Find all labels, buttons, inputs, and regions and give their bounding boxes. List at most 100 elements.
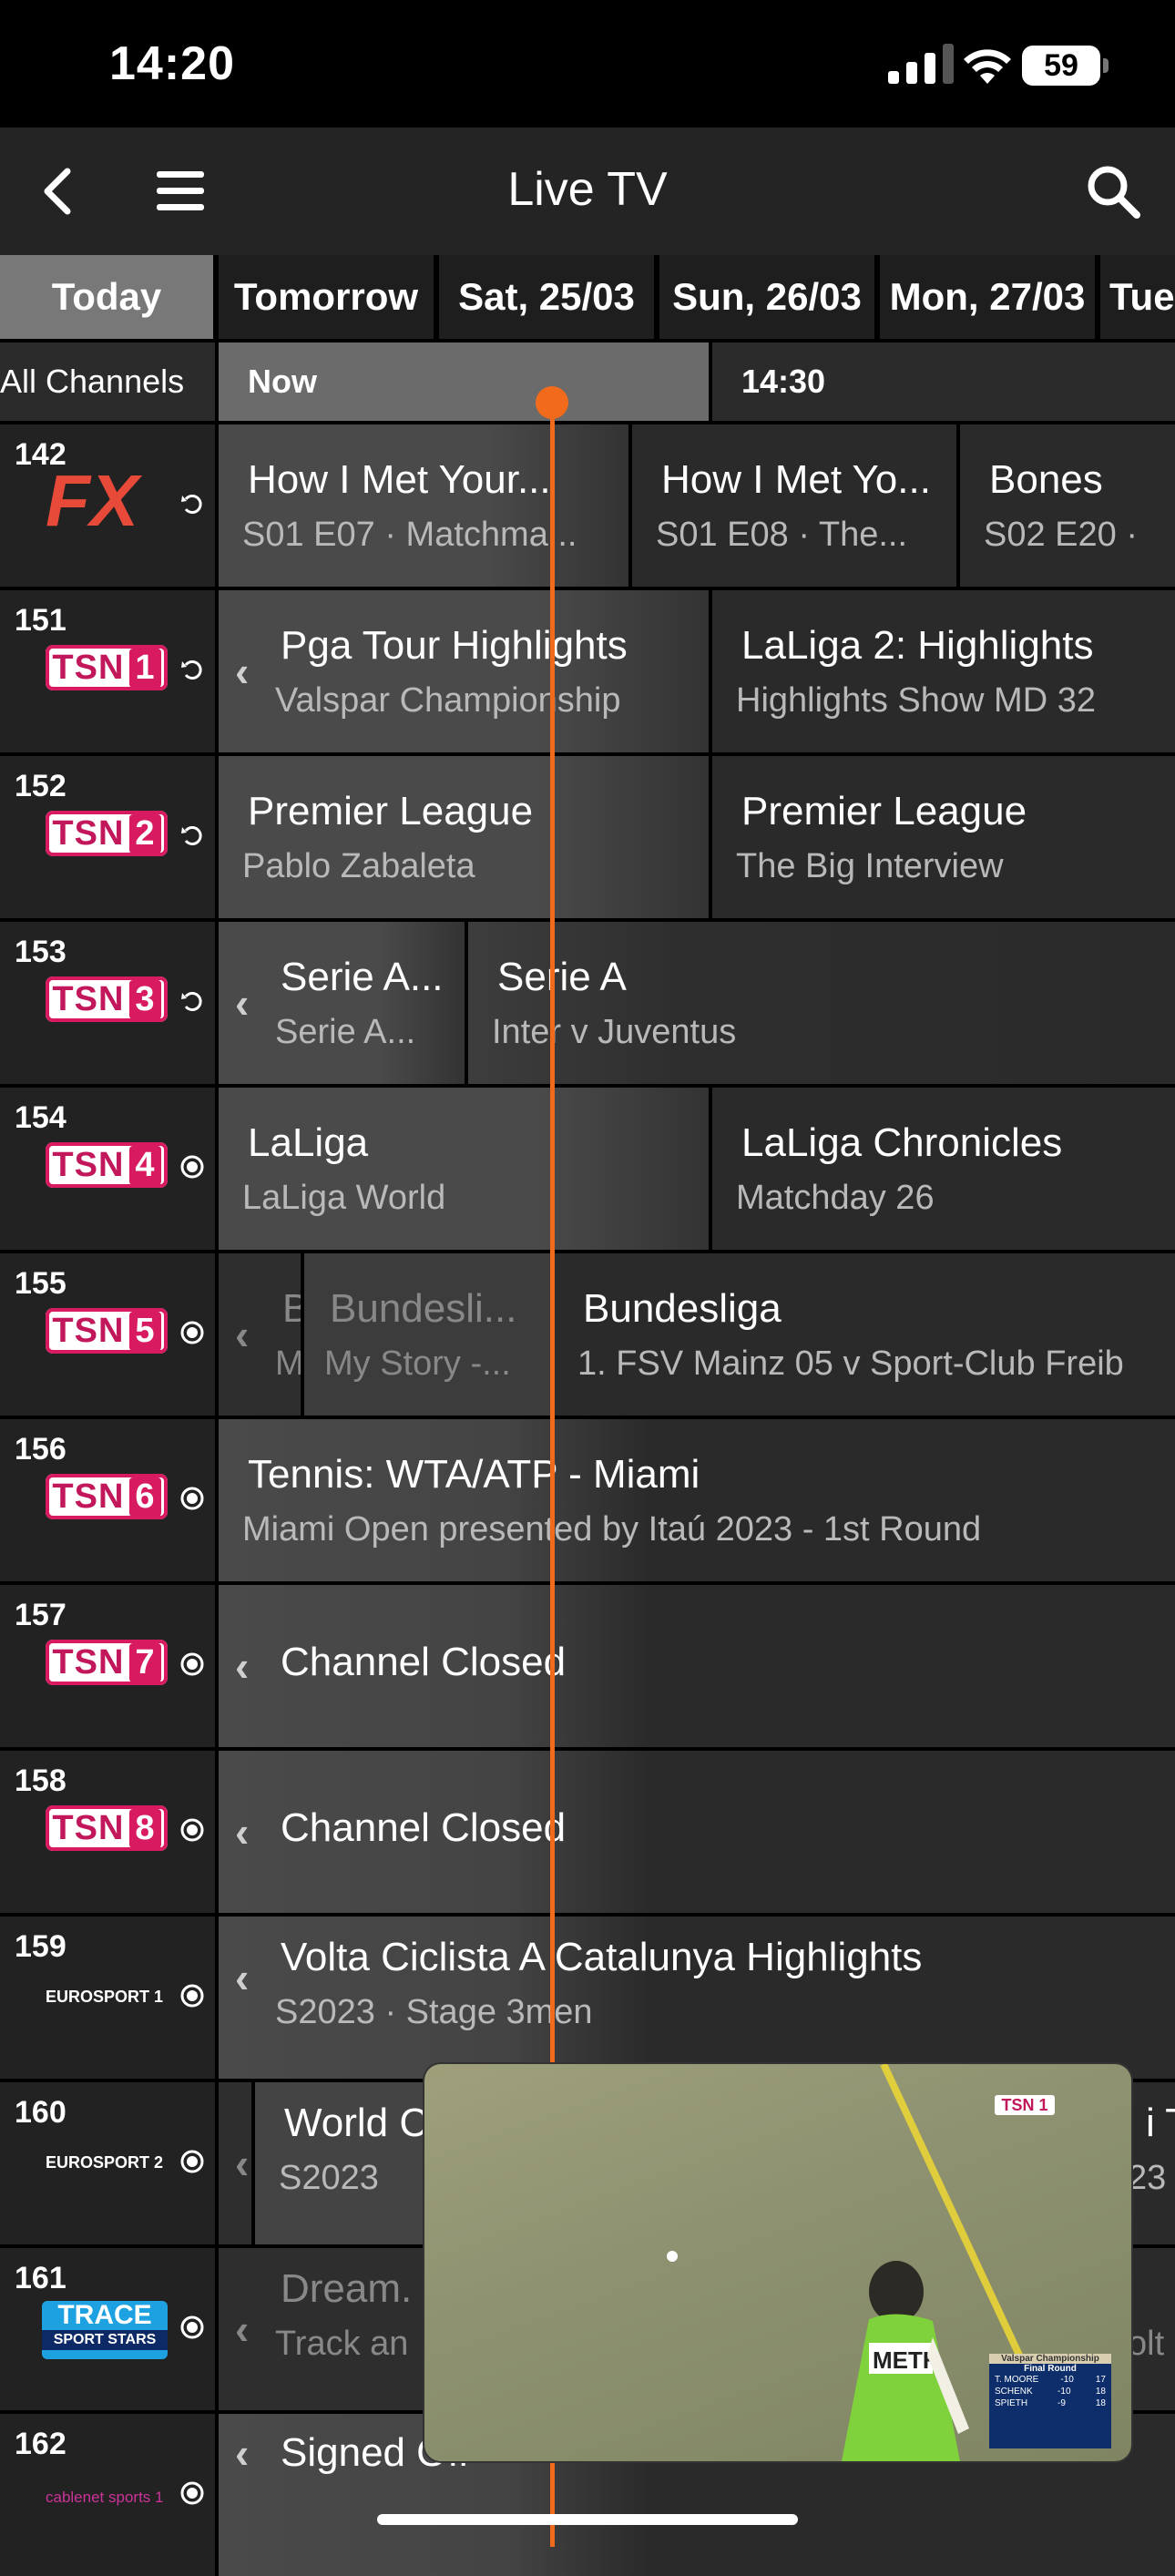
- program-cell[interactable]: ‹: [219, 2082, 251, 2244]
- channel-logo-tsn2: TSN 2: [46, 811, 168, 856]
- search-icon[interactable]: [1082, 160, 1144, 222]
- replay-icon: [181, 660, 202, 680]
- channel-filter[interactable]: All Channels: [0, 342, 215, 421]
- channel-cell[interactable]: 151 TSN 1: [0, 590, 215, 752]
- program-subtitle: Highlights Show MD 32: [736, 681, 1096, 720]
- channel-number: 153: [15, 935, 66, 969]
- replay-icon: [181, 826, 202, 845]
- program-cell[interactable]: LaLiga Chronicles Matchday 26: [712, 1088, 1175, 1250]
- program-title: Serie A...: [281, 955, 444, 999]
- program-subtitle: S02 E20 ·: [984, 516, 1138, 554]
- page-title: Live TV: [507, 163, 668, 216]
- channel-number: 160: [15, 2095, 66, 2130]
- pip-channel-bug: TSN 1: [995, 2095, 1055, 2115]
- channel-row: 153 TSN 3 ‹ Serie A... Serie A... Serie A…: [0, 922, 1175, 1084]
- tab-today[interactable]: Today: [0, 255, 213, 339]
- home-indicator[interactable]: [377, 2514, 798, 2525]
- program-title: LaLiga: [248, 1120, 369, 1165]
- program-cell[interactable]: Premier League The Big Interview: [712, 756, 1175, 918]
- channel-logo-tsn7: TSN 7: [46, 1640, 168, 1685]
- program-cell[interactable]: ‹ Channel Closed: [219, 1751, 1175, 1913]
- channel-row: 142 FX How I Met Your... S01 E07 · Match…: [0, 424, 1175, 587]
- cellular-signal-icon: [888, 44, 954, 84]
- program-title: Dream.: [281, 2266, 413, 2311]
- program-cell[interactable]: Bundesliga 1. FSV Mainz 05 v Sport-Club …: [554, 1253, 1175, 1416]
- program-cell[interactable]: Premier League Pablo Zabaleta: [219, 756, 709, 918]
- program-subtitle: S01 E07 · Matchma...: [242, 516, 577, 554]
- channel-row: 156 TSN 6 Tennis: WTA/ATP - Miami Miami O…: [0, 1419, 1175, 1581]
- channel-row: 155 TSN 5 ‹ B M Bundesli... My Story -...…: [0, 1253, 1175, 1416]
- program-cell[interactable]: Serie A Inter v Juventus: [468, 922, 1175, 1084]
- program-cell[interactable]: How I Met Yo... S01 E08 · The...: [632, 424, 956, 587]
- program-cell[interactable]: LaLiga LaLiga World: [219, 1088, 709, 1250]
- chevron-left-icon: ‹: [235, 1954, 250, 2001]
- time-slot-now: Now: [219, 342, 709, 421]
- channel-cell[interactable]: 159 EUROSPORT 1: [0, 1917, 215, 2079]
- time-header: All Channels Now 14:30: [0, 342, 1175, 421]
- channel-cell[interactable]: 162 cablenet sports 1: [0, 2414, 215, 2576]
- program-title: Bones: [989, 457, 1103, 502]
- program-subtitle: Pablo Zabaleta: [242, 847, 475, 885]
- program-subtitle: My Story -...: [324, 1344, 511, 1383]
- tab-tue[interactable]: Tue: [1100, 255, 1175, 339]
- program-cell[interactable]: ‹ Volta Ciclista A Catalunya Highlights …: [219, 1917, 1175, 2079]
- channel-cell[interactable]: 157 TSN 7: [0, 1585, 215, 1747]
- record-icon: [180, 1652, 204, 1676]
- channel-cell[interactable]: 156 TSN 6: [0, 1419, 215, 1581]
- picture-in-picture-player[interactable]: METH TSN 1 Valspar Championship Final Ro…: [424, 2064, 1131, 2461]
- program-cell[interactable]: ‹ Serie A... Serie A...: [219, 922, 465, 1084]
- program-cell[interactable]: How I Met Your... S01 E07 · Matchma...: [219, 424, 628, 587]
- chevron-left-icon: ‹: [235, 1808, 250, 1855]
- program-cell[interactable]: Bundesli... My Story -...: [304, 1253, 550, 1416]
- tab-mon[interactable]: Mon, 27/03: [880, 255, 1095, 339]
- channel-cell[interactable]: 160 EUROSPORT 2: [0, 2082, 215, 2244]
- channel-cell[interactable]: 161 TRACE SPORT STARS: [0, 2248, 215, 2410]
- program-subtitle: S01 E08 · The...: [656, 516, 908, 554]
- now-indicator-dot: [536, 386, 568, 419]
- chevron-left-icon: ‹: [235, 2429, 250, 2477]
- channel-logo-tsn4: TSN 4: [46, 1142, 168, 1188]
- channel-cell[interactable]: 158 TSN 8: [0, 1751, 215, 1913]
- channel-number: 156: [15, 1432, 66, 1467]
- program-subtitle: Valspar Championship: [275, 681, 621, 720]
- tab-sat[interactable]: Sat, 25/03: [439, 255, 654, 339]
- program-cell[interactable]: Tennis: WTA/ATP - Miami Miami Open prese…: [219, 1419, 1175, 1581]
- tab-sun[interactable]: Sun, 26/03: [659, 255, 874, 339]
- program-cell[interactable]: ‹ Pga Tour Highlights Valspar Championsh…: [219, 590, 709, 752]
- program-subtitle: 23: [1128, 2159, 1167, 2197]
- channel-cell[interactable]: 155 TSN 5: [0, 1253, 215, 1416]
- program-title: LaLiga 2: Highlights: [741, 623, 1094, 668]
- program-title: LaLiga Chronicles: [741, 1120, 1063, 1165]
- status-bar: 14:20 59: [0, 0, 1175, 128]
- replay-icon: [181, 495, 202, 514]
- tab-tomorrow[interactable]: Tomorrow: [219, 255, 434, 339]
- channel-logo-tsn6: TSN 6: [46, 1474, 168, 1519]
- program-cell[interactable]: Bones S02 E20 ·: [960, 424, 1175, 587]
- program-cell[interactable]: ‹ B M: [219, 1253, 301, 1416]
- channel-number: 157: [15, 1598, 66, 1632]
- channel-number: 162: [15, 2427, 66, 2461]
- channel-logo-tsn1: TSN 1: [46, 645, 168, 690]
- program-cell[interactable]: ‹ Channel Closed: [219, 1585, 1175, 1747]
- chevron-left-icon: ‹: [235, 2140, 250, 2187]
- golf-ball: [667, 2251, 678, 2262]
- channel-number: 158: [15, 1763, 66, 1798]
- channel-cell[interactable]: 142 FX: [0, 424, 215, 587]
- chevron-left-icon: ‹: [235, 2305, 250, 2353]
- channel-cell[interactable]: 153 TSN 3: [0, 922, 215, 1084]
- wifi-icon: [964, 49, 1011, 84]
- program-subtitle: Serie A...: [275, 1013, 416, 1051]
- channel-cell[interactable]: 152 TSN 2: [0, 756, 215, 918]
- program-cell[interactable]: LaLiga 2: Highlights Highlights Show MD …: [712, 590, 1175, 752]
- channel-logo-cablenet: cablenet sports 1: [46, 2489, 164, 2506]
- record-icon: [180, 2150, 204, 2173]
- program-subtitle: Miami Open presented by Itaú 2023 - 1st …: [242, 1510, 982, 1549]
- program-subtitle: 1. FSV Mainz 05 v Sport-Club Freib: [577, 1344, 1124, 1383]
- channel-number: 161: [15, 2261, 66, 2295]
- channel-row: 154 TSN 4 LaLiga LaLiga World LaLiga Chro…: [0, 1088, 1175, 1250]
- channel-logo-tsn5: TSN 5: [46, 1308, 168, 1354]
- channel-cell[interactable]: 154 TSN 4: [0, 1088, 215, 1250]
- battery-icon: 59: [1022, 46, 1109, 86]
- program-subtitle: olt: [1128, 2325, 1165, 2363]
- caddie-figure: METH: [842, 2261, 969, 2461]
